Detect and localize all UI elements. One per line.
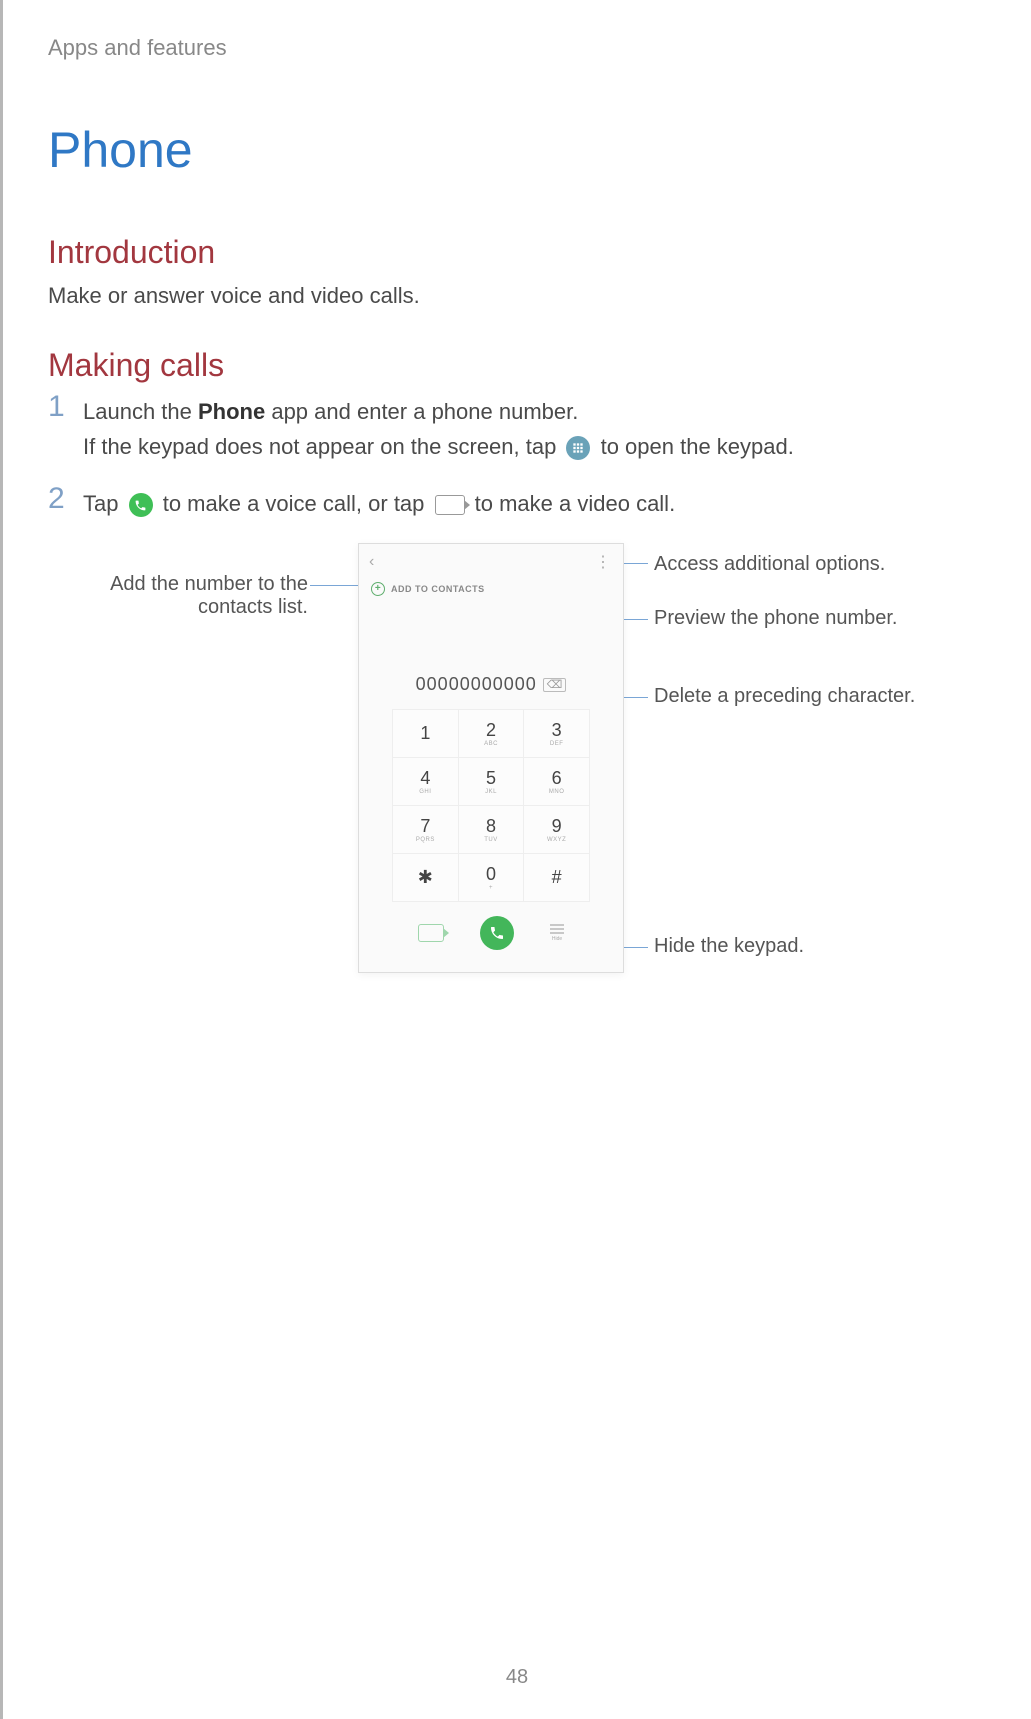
key-digit: 1: [420, 723, 430, 744]
key-digit: 9: [552, 816, 562, 837]
video-call-icon: [435, 495, 465, 515]
keypad-key[interactable]: 9WXYZ: [524, 806, 590, 854]
text: Tap: [83, 491, 125, 516]
step-2: 2 Tap to make a voice call, or tap to ma…: [48, 486, 1001, 521]
hide-keypad-icon: [550, 924, 564, 934]
add-to-contacts-label: ADD TO CONTACTS: [391, 584, 485, 594]
text: to open the keypad.: [601, 434, 794, 459]
keypad-key[interactable]: 6MNO: [524, 758, 590, 806]
dialed-number: 00000000000: [416, 674, 537, 695]
keypad-key[interactable]: 0+: [459, 854, 525, 902]
key-digit: 3: [552, 720, 562, 741]
key-digit: 7: [420, 816, 430, 837]
step-number: 1: [48, 392, 83, 422]
key-letters: TUV: [484, 837, 498, 843]
more-options-icon[interactable]: ⋮: [595, 552, 613, 572]
callout-preview: Preview the phone number.: [654, 607, 898, 630]
key-digit: 2: [486, 720, 496, 741]
hide-keypad-label: Hide: [552, 936, 562, 942]
text: app and enter a phone number.: [265, 399, 578, 424]
key-digit: 6: [552, 768, 562, 789]
key-digit: #: [552, 867, 562, 888]
screenshot-header: ‹ ⋮: [359, 544, 623, 580]
delete-icon[interactable]: ⌫: [543, 678, 567, 692]
page-title: Phone: [48, 121, 1001, 179]
breadcrumb: Apps and features: [48, 35, 1001, 61]
key-letters: JKL: [485, 789, 497, 795]
intro-text: Make or answer voice and video calls.: [48, 281, 1001, 312]
step-number: 2: [48, 484, 83, 514]
section-heading-making-calls: Making calls: [48, 347, 1001, 384]
keypad-key[interactable]: 5JKL: [459, 758, 525, 806]
callout-delete: Delete a preceding character.: [654, 685, 915, 708]
keypad-key[interactable]: 2ABC: [459, 710, 525, 758]
text: to make a voice call, or tap: [163, 491, 431, 516]
key-letters: +: [489, 885, 493, 891]
voice-call-icon: [129, 493, 153, 517]
key-letters: PQRS: [416, 837, 435, 843]
keypad-key[interactable]: 4GHI: [393, 758, 459, 806]
action-row: Hide: [359, 902, 623, 960]
key-letters: GHI: [419, 789, 431, 795]
key-digit: ✱: [418, 867, 433, 888]
spacer: [359, 604, 623, 666]
dialed-number-row: 00000000000 ⌫: [359, 666, 623, 709]
keypad-key[interactable]: 3DEF: [524, 710, 590, 758]
back-icon[interactable]: ‹: [369, 553, 374, 571]
keypad-icon: [566, 436, 590, 460]
text: Launch the: [83, 399, 198, 424]
step-body: Tap to make a voice call, or tap to make…: [83, 486, 675, 521]
text: If the keypad does not appear on the scr…: [83, 434, 562, 459]
key-digit: 8: [486, 816, 496, 837]
video-call-button[interactable]: [418, 924, 444, 942]
key-letters: MNO: [549, 789, 565, 795]
steps-list: 1 Launch the Phone app and enter a phone…: [48, 394, 1001, 522]
callout-add-contacts: Add the number to the contacts list.: [93, 573, 308, 619]
keypad: 1 2ABC3DEF4GHI5JKL6MNO7PQRS8TUV9WXYZ✱0+#: [392, 709, 590, 902]
phone-screenshot: ‹ ⋮ + ADD TO CONTACTS 00000000000 ⌫ 1 2A…: [358, 543, 624, 973]
page-number: 48: [3, 1666, 1031, 1689]
add-to-contacts-button[interactable]: + ADD TO CONTACTS: [359, 580, 623, 604]
callout-hide: Hide the keypad.: [654, 935, 804, 958]
keypad-key[interactable]: #: [524, 854, 590, 902]
keypad-key[interactable]: 7PQRS: [393, 806, 459, 854]
key-letters: ABC: [484, 741, 498, 747]
step-1: 1 Launch the Phone app and enter a phone…: [48, 394, 1001, 464]
section-heading-introduction: Introduction: [48, 234, 1001, 271]
key-digit: 0: [486, 864, 496, 885]
step-body: Launch the Phone app and enter a phone n…: [83, 394, 794, 464]
key-digit: 5: [486, 768, 496, 789]
bold-text: Phone: [198, 399, 265, 424]
keypad-key[interactable]: 1: [393, 710, 459, 758]
hide-keypad-button[interactable]: Hide: [550, 924, 564, 942]
plus-icon: +: [371, 582, 385, 596]
keypad-key[interactable]: ✱: [393, 854, 459, 902]
figure: Add the number to the contacts list. Acc…: [48, 543, 1001, 1023]
keypad-key[interactable]: 8TUV: [459, 806, 525, 854]
key-letters: WXYZ: [547, 837, 566, 843]
manual-page: Apps and features Phone Introduction Mak…: [0, 0, 1031, 1719]
callout-options: Access additional options.: [654, 553, 885, 576]
key-letters: DEF: [550, 741, 564, 747]
voice-call-button[interactable]: [480, 916, 514, 950]
text: to make a video call.: [475, 491, 676, 516]
key-digit: 4: [420, 768, 430, 789]
